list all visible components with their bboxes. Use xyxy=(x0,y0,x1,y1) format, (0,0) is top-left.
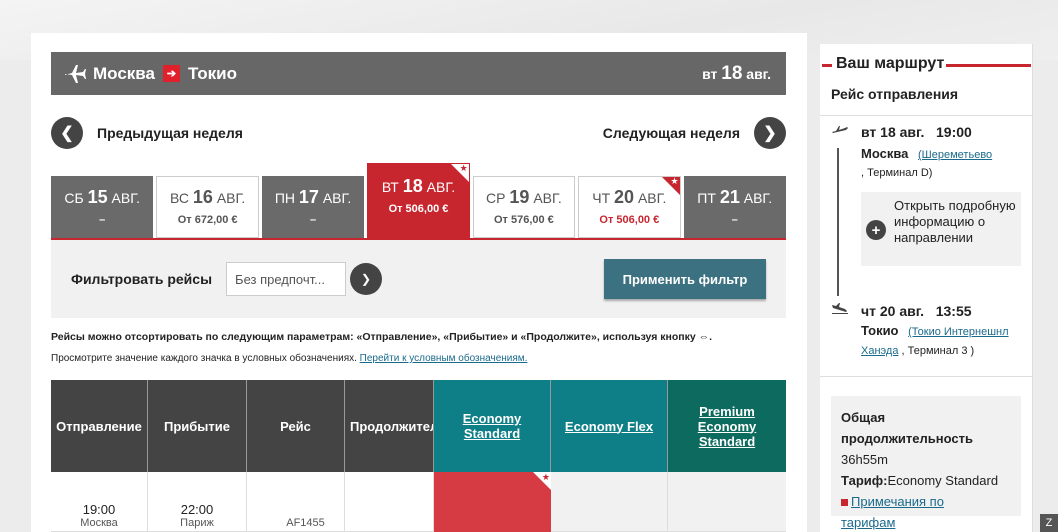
day-price: От 506,00 € xyxy=(388,203,449,215)
title-bar-left xyxy=(822,64,832,67)
day-tab-17[interactable]: ПН 17 АВГ. – xyxy=(261,176,365,238)
row-duration xyxy=(345,472,434,532)
arr-city: Токио (Токио Интернешнл xyxy=(861,323,1009,338)
trip-summary: Общая продолжительность 36h55m Тариф:Eco… xyxy=(831,396,1021,530)
flights-table: Отправление Прибытие Рейс Продолжительно… xyxy=(51,380,786,532)
plane-icon xyxy=(61,60,89,88)
col-arrival[interactable]: Прибытие xyxy=(148,380,247,472)
day-price: От 576,00 € xyxy=(493,214,554,226)
destination-info-text: Открыть подробную информацию о направлен… xyxy=(894,198,1016,245)
divider xyxy=(820,115,1033,116)
star-icon: ★ xyxy=(459,163,468,173)
fare-cell-economy-standard[interactable]: ★ xyxy=(434,472,551,532)
date-selector: СБ 15 АВГ. – ВС 16 АВГ. От 672,00 € ПН 1… xyxy=(51,163,786,238)
day-tab-21[interactable]: ПТ 21 АВГ. – xyxy=(683,176,786,238)
filter-bar: Фильтровать рейсы Без предпочт... ❯ Прим… xyxy=(51,240,786,318)
day-price: – xyxy=(99,214,106,226)
day-price: От 672,00 € xyxy=(177,214,238,226)
destination-city: Токио xyxy=(187,63,238,83)
divider xyxy=(820,376,1033,377)
day-tab-20[interactable]: ★ ЧТ 20 АВГ. От 506,00 € xyxy=(578,176,681,238)
dep-terminal: , Терминал D) xyxy=(861,167,933,179)
takeoff-icon xyxy=(831,124,849,137)
fare-cell-premium[interactable] xyxy=(668,472,786,532)
dep-airport-link[interactable]: (Шереметьево xyxy=(918,149,992,161)
arr-terminal: Ханэда , Терминал 3 ) xyxy=(861,345,975,357)
day-tab-15[interactable]: СБ 15 АВГ. – xyxy=(51,176,154,238)
col-flight: Рейс xyxy=(247,380,345,472)
sidebar-title-row: Ваш маршрут xyxy=(820,52,1033,76)
route-header: Москва ➔ Токио вт 18 авг. xyxy=(51,52,786,95)
prev-week-label[interactable]: Предыдущая неделя xyxy=(97,125,243,141)
table-header: Отправление Прибытие Рейс Продолжительно… xyxy=(51,380,786,472)
day-tab-16[interactable]: ВС 16 АВГ. От 672,00 € xyxy=(156,176,259,238)
prev-week-button[interactable]: ❮ xyxy=(51,117,83,149)
filter-select[interactable]: Без предпочт... xyxy=(226,262,347,296)
header-date: вт 18 авг. xyxy=(702,62,771,84)
arr-airport-link[interactable]: (Токио Интернешнл xyxy=(908,326,1008,338)
note-icon xyxy=(841,499,848,506)
col-duration[interactable]: Продолжительность xyxy=(345,380,434,472)
legend-note: Просмотрите значение каждого значка в ус… xyxy=(51,353,528,364)
departure-flight-title: Рейс отправления xyxy=(831,86,959,102)
plus-icon: + xyxy=(866,220,886,240)
title-bar-right xyxy=(945,64,1031,67)
day-tab-19[interactable]: СР 19 АВГ. От 576,00 € xyxy=(472,176,576,238)
star-icon: ★ xyxy=(670,176,679,186)
route-arrow-icon: ➔ xyxy=(162,65,180,82)
row-flight[interactable]: AF1455 xyxy=(247,472,345,532)
col-departure[interactable]: Отправление xyxy=(51,380,148,472)
day-tab-18-selected[interactable]: ★ ВТ 18 АВГ. От 506,00 € xyxy=(367,163,470,238)
chevron-down-icon[interactable]: ❯ xyxy=(350,263,383,295)
day-price: От 506,00 € xyxy=(599,214,660,226)
fare-cell-economy-flex[interactable] xyxy=(551,472,668,532)
origin-city: Москва xyxy=(93,63,155,83)
route-line xyxy=(837,148,839,296)
scroll-top-button[interactable]: Z xyxy=(1040,514,1058,532)
legend-link[interactable]: Перейти к условным обозначениям. xyxy=(360,353,528,364)
star-icon: ★ xyxy=(541,472,550,482)
col-premium-economy[interactable]: Premium Economy Standard xyxy=(668,380,786,472)
fare-notes-link[interactable]: Примечания по xyxy=(841,491,1011,512)
apply-filter-button[interactable]: Применить фильтр xyxy=(604,259,766,299)
row-departure: 19:00 Москва xyxy=(51,472,148,532)
dep-city: Москва (Шереметьево xyxy=(861,146,993,161)
destination-info-button[interactable]: + Открыть подробную информацию о направл… xyxy=(861,192,1021,266)
dep-datetime: вт 18 авг. 19:00 xyxy=(861,124,972,140)
table-row: 19:00 Москва 22:00 Париж AF1455 ★ xyxy=(51,472,786,532)
week-navigation: ❮ Предыдущая неделя Следующая неделя ❯ xyxy=(51,117,786,149)
flight-number: AF1455 xyxy=(286,517,325,529)
main-panel: Москва ➔ Токио вт 18 авг. ❮ Предыдущая н… xyxy=(31,33,807,532)
col-economy-flex[interactable]: Economy Flex xyxy=(551,380,668,472)
landing-icon xyxy=(831,302,849,317)
day-price: – xyxy=(309,214,317,226)
day-price: – xyxy=(731,214,738,226)
next-week-button[interactable]: ❯ xyxy=(754,117,786,149)
filter-label: Фильтровать рейсы xyxy=(71,271,213,287)
sidebar-title: Ваш маршрут xyxy=(834,55,947,73)
arr-airport-link-2[interactable]: Ханэда xyxy=(861,345,898,357)
next-week-label[interactable]: Следующая неделя xyxy=(603,125,740,141)
sort-note: Рейсы можно отсортировать по следующим п… xyxy=(51,331,713,343)
itinerary-sidebar: Ваш маршрут Рейс отправления вт 18 авг. … xyxy=(820,44,1033,532)
arr-datetime: чт 20 авг. 13:55 xyxy=(861,303,972,319)
row-arrival: 22:00 Париж xyxy=(148,472,247,532)
col-economy-standard[interactable]: Economy Standard xyxy=(434,380,551,472)
